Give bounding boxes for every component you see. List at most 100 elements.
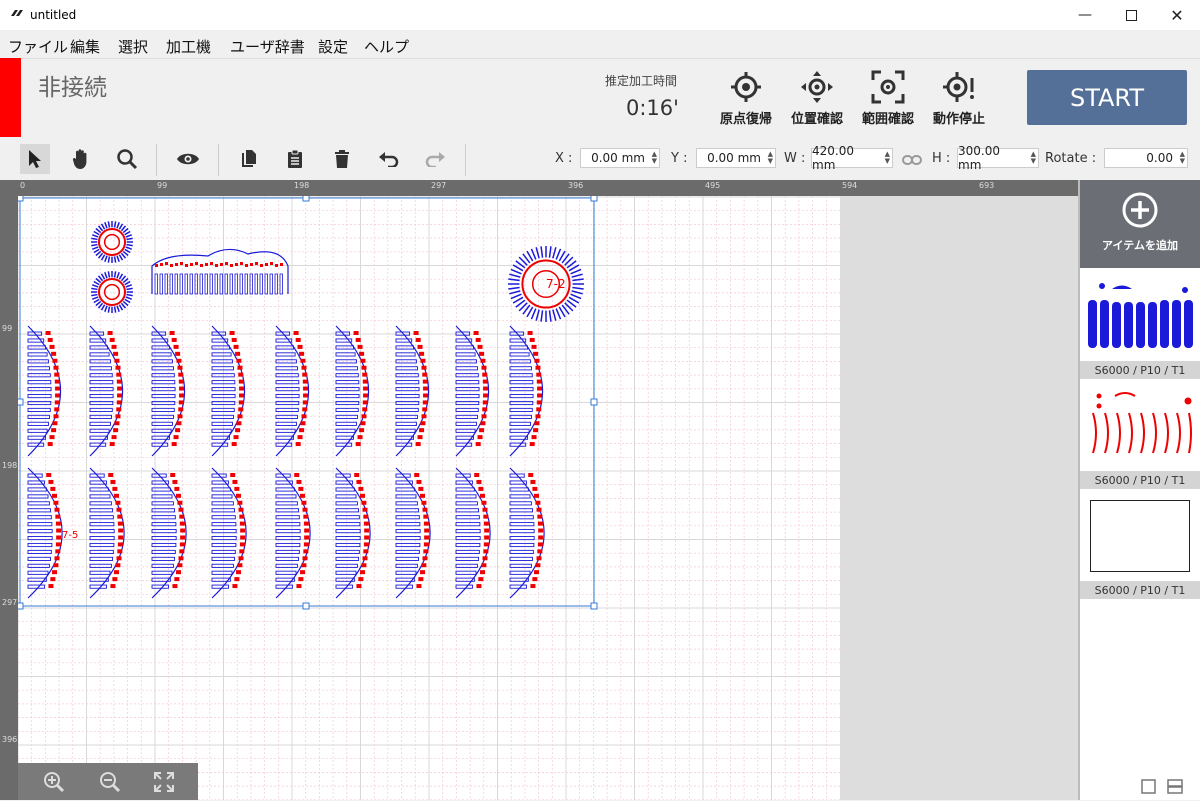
split-view-icon-lower (1167, 786, 1183, 794)
stop-operation-label: 動作停止 (932, 112, 985, 127)
undo-button[interactable] (374, 144, 404, 174)
menu-user-dictionary[interactable]: ユーザ辞書 (230, 36, 305, 57)
comb-piece[interactable] (395, 325, 429, 457)
ruler-tick-label: 594 (842, 181, 858, 190)
single-view-icon[interactable] (1141, 779, 1156, 794)
add-circle-icon (1122, 192, 1158, 228)
x-label: X : (555, 151, 573, 166)
delete-button[interactable] (327, 144, 357, 174)
item-label[interactable]: S6000 / P10 / T1 (1080, 361, 1200, 379)
preview-button[interactable] (173, 144, 203, 174)
work-area-svg[interactable]: 7-2 7-5 (18, 196, 840, 800)
split-view-icon[interactable] (1167, 779, 1183, 787)
menu-select[interactable]: 選択 (118, 36, 148, 57)
stop-operation-icon (943, 72, 974, 102)
small-gear-top[interactable] (91, 221, 133, 263)
comb-piece[interactable] (509, 467, 545, 599)
y-input[interactable]: 0.00 mm ▲ ▼ (696, 148, 776, 168)
position-check-label: 位置確認 (790, 112, 843, 127)
close-button[interactable]: ✕ (1154, 0, 1200, 30)
comb-strip[interactable] (151, 248, 289, 295)
work-canvas[interactable]: 7-2 7-5 (18, 196, 840, 800)
comb-piece[interactable] (395, 467, 431, 599)
selection-handle (302, 602, 310, 610)
comb-piece[interactable] (89, 325, 123, 457)
ruler-tick-label: 396 (2, 735, 18, 744)
comb-piece[interactable] (151, 467, 187, 599)
range-check-button[interactable]: 範囲確認 (855, 70, 921, 128)
item-label[interactable]: S6000 / P10 / T1 (1080, 471, 1200, 489)
comb-piece[interactable] (455, 467, 491, 599)
menu-machine[interactable]: 加工機 (166, 36, 211, 57)
ruler-tick-label: 99 (157, 181, 168, 190)
y-spinner-icon[interactable]: ▲ ▼ (768, 151, 773, 165)
start-button[interactable]: START (1027, 70, 1187, 125)
w-value: 420.00 mm (812, 144, 854, 172)
comb-piece[interactable] (211, 325, 245, 457)
comb-piece[interactable] (335, 467, 371, 599)
pan-tool-button[interactable] (66, 144, 96, 174)
origin-return-button[interactable]: 原点復帰 (713, 70, 779, 128)
position-check-button[interactable]: 位置確認 (784, 70, 850, 128)
add-item-button[interactable]: アイテムを追加 (1080, 180, 1200, 268)
zoom-out-button[interactable] (96, 768, 124, 796)
comb-piece[interactable] (27, 467, 63, 599)
position-check-icon (801, 71, 833, 103)
redo-button[interactable] (420, 144, 450, 174)
comb-piece[interactable] (275, 467, 311, 599)
comb-piece[interactable] (89, 467, 125, 599)
w-spinner-icon[interactable]: ▲ ▼ (885, 151, 890, 165)
selection-handle (302, 196, 310, 202)
menu-settings[interactable]: 設定 (318, 36, 348, 57)
y-label: Y : (671, 151, 688, 166)
stem-label: 7-5 (62, 530, 78, 541)
h-value: 300.00 mm (958, 144, 1000, 172)
h-input[interactable]: 300.00 mm ▲ ▼ (957, 144, 1039, 172)
toolbar-separator (218, 144, 219, 176)
item-thumbnail-empty[interactable] (1090, 500, 1190, 572)
range-check-label: 範囲確認 (861, 112, 914, 127)
x-spinner-icon[interactable]: ▲ ▼ (652, 151, 657, 165)
menu-file[interactable]: ファイル (8, 36, 68, 57)
pointer-icon (29, 150, 41, 168)
rotate-input[interactable]: 0.00 ▲ ▼ (1104, 148, 1188, 168)
toolbar-separator (156, 144, 157, 176)
add-item-label: アイテムを追加 (1102, 239, 1178, 252)
item-panel (1078, 180, 1200, 800)
comb-piece[interactable] (151, 325, 185, 457)
comb-piece[interactable] (509, 325, 543, 457)
h-spinner-icon[interactable]: ▲ ▼ (1031, 151, 1036, 165)
vertical-ruler: 99 198 297 396 (0, 180, 18, 800)
ruler-tick-label: 198 (2, 461, 18, 470)
selection-handle (590, 398, 598, 406)
title-bar (0, 0, 1200, 30)
x-input[interactable]: 0.00 mm ▲ ▼ (580, 148, 660, 168)
item-thumbnail-blue[interactable] (1085, 280, 1195, 360)
item-thumbnail-red[interactable] (1085, 388, 1195, 468)
stop-operation-button[interactable]: 動作停止 (926, 70, 992, 128)
paste-button[interactable] (280, 144, 310, 174)
select-tool-button[interactable] (20, 144, 50, 174)
menu-edit[interactable]: 編集 (70, 36, 100, 57)
minimize-button[interactable]: — (1062, 0, 1108, 30)
item-label[interactable]: S6000 / P10 / T1 (1080, 581, 1200, 599)
comb-piece[interactable] (211, 467, 247, 599)
aspect-lock-button[interactable] (902, 151, 922, 170)
hand-icon (72, 149, 87, 169)
comb-piece[interactable] (335, 325, 369, 457)
origin-return-label: 原点復帰 (719, 112, 772, 127)
copy-button[interactable] (234, 144, 264, 174)
comb-piece[interactable] (275, 325, 309, 457)
menu-help[interactable]: ヘルプ (364, 36, 409, 57)
ruler-tick-label: 99 (2, 324, 13, 333)
rotate-spinner-icon[interactable]: ▲ ▼ (1180, 151, 1185, 165)
ruler-tick-label: 297 (2, 598, 18, 607)
maximize-button[interactable] (1108, 0, 1154, 30)
zoom-in-button[interactable] (40, 768, 68, 796)
magnifier-icon (117, 149, 138, 170)
zoom-tool-button[interactable] (112, 144, 142, 174)
view-toggle (1138, 777, 1188, 797)
comb-piece[interactable] (27, 325, 61, 457)
w-input[interactable]: 420.00 mm ▲ ▼ (811, 144, 893, 172)
fit-view-button[interactable] (150, 768, 178, 796)
